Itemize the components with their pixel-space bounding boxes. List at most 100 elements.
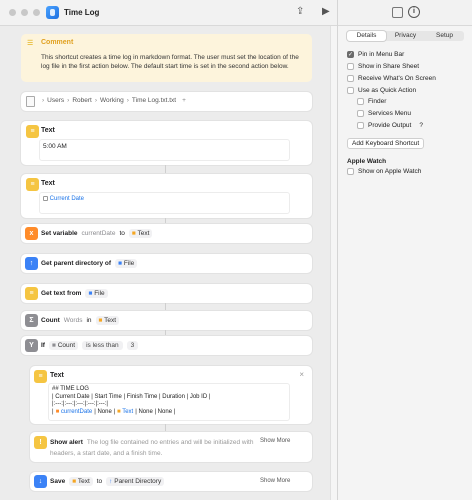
checkbox-checked-icon[interactable]: ✓ — [347, 51, 354, 58]
save-action[interactable]: ↓ Save ■ Text to ↑ Parent Directory Show… — [30, 472, 312, 491]
show-more-button[interactable]: Show More — [260, 438, 290, 444]
count-action[interactable]: Σ Count Words in ■ Text — [21, 311, 312, 330]
checkbox-icon[interactable] — [347, 168, 354, 175]
help-icon[interactable]: ? — [419, 122, 423, 129]
variable-name[interactable]: currentDate — [82, 230, 116, 237]
text-action-icon: ≡ — [25, 287, 38, 300]
close-icon[interactable]: × — [299, 370, 304, 379]
text-variable-token[interactable]: ■ Text — [95, 316, 120, 325]
editor-scrollbar[interactable] — [330, 26, 337, 500]
text-field[interactable]: Current Date — [39, 192, 290, 214]
text-action-icon: ≡ — [26, 178, 39, 191]
folder-up-icon: ↑ — [25, 257, 38, 270]
path-segment[interactable]: Users — [47, 97, 64, 104]
show-more-button[interactable]: Show More — [260, 478, 290, 484]
set-variable-action[interactable]: x Set variable currentDate to ■ Text — [21, 224, 312, 243]
path-segment[interactable]: Working — [100, 97, 124, 104]
connector-word: in — [86, 317, 92, 324]
current-date-variable-token[interactable]: ■ currentDate — [56, 409, 93, 417]
file-variable-token[interactable]: ■ File — [115, 259, 138, 268]
option-pin-menu-bar[interactable]: ✓ Pin in Menu Bar — [347, 51, 404, 58]
option-provide-output[interactable]: Provide Output ? — [357, 122, 423, 129]
checkbox-icon[interactable] — [357, 110, 364, 117]
library-icon[interactable] — [392, 7, 403, 18]
flow-connector — [165, 165, 166, 174]
sigma-icon: Σ — [25, 314, 38, 327]
checkbox-icon[interactable] — [347, 75, 354, 82]
text-action-current-date[interactable]: ≡ Text Current Date — [21, 174, 312, 218]
option-services-menu[interactable]: Services Menu — [357, 110, 411, 117]
text-variable-token[interactable]: ■ Text — [69, 477, 93, 486]
option-receive-screen[interactable]: Receive What's On Screen — [347, 75, 436, 82]
file-icon — [26, 96, 35, 107]
file-variable-token[interactable]: ■ File — [85, 289, 108, 298]
option-apple-watch[interactable]: Show on Apple Watch — [347, 168, 421, 175]
text-action-icon: ≡ — [26, 125, 39, 138]
path-separator: › — [67, 97, 70, 104]
action-title: Text — [50, 372, 64, 379]
token-label: Text — [104, 317, 117, 324]
text-field[interactable]: 5:00 AM — [39, 139, 290, 161]
token-label: Count — [57, 342, 76, 349]
checkbox-icon[interactable] — [347, 87, 354, 94]
option-label: Services Menu — [368, 110, 411, 117]
window-title: Time Log — [64, 8, 100, 17]
info-icon[interactable]: i — [408, 6, 420, 18]
connector-word: to — [96, 478, 103, 485]
tab-details[interactable]: Details — [347, 31, 386, 41]
parent-directory-token[interactable]: ↑ Parent Directory — [106, 477, 165, 486]
comment-label: Comment — [41, 39, 74, 46]
share-icon[interactable]: ⇪ — [296, 6, 304, 17]
checkbox-icon[interactable] — [357, 98, 364, 105]
text-action-start-time[interactable]: ≡ Text 5:00 AM — [21, 121, 312, 165]
sidebar-toolbar: i — [338, 0, 472, 26]
close-window-button[interactable] — [9, 9, 16, 16]
comment-text[interactable]: This shortcut creates a time log in mark… — [41, 53, 309, 71]
shortcut-app-icon[interactable] — [46, 6, 59, 19]
text-fragment: | None | — [94, 408, 116, 415]
zoom-window-button[interactable] — [33, 9, 40, 16]
add-path-icon[interactable]: + — [182, 97, 186, 104]
action-title: Get text from — [41, 290, 82, 297]
option-finder[interactable]: Finder — [357, 98, 386, 105]
save-file-icon: ↓ — [34, 475, 47, 488]
if-action[interactable]: Y If ■ Count is less than 3 — [21, 336, 312, 355]
token-label: Parent Directory — [114, 478, 162, 485]
checkbox-icon[interactable] — [347, 63, 354, 70]
text-field[interactable]: ## TIME LOG | Current Date | Start Time … — [48, 383, 290, 421]
checkbox-icon[interactable] — [357, 122, 364, 129]
count-variable-token[interactable]: ■ Count — [48, 341, 79, 350]
file-token-icon: ■ — [88, 290, 93, 297]
minimize-window-button[interactable] — [21, 9, 28, 16]
file-path-breadcrumb[interactable]: › Users › Robert › Working › Time Log.tx… — [42, 97, 186, 104]
text-variable-token[interactable]: ■ Text — [128, 229, 153, 238]
text-line: ## TIME LOG — [52, 386, 89, 392]
get-text-from-action[interactable]: ≡ Get text from ■ File — [21, 284, 312, 303]
connector-word: to — [119, 230, 125, 237]
option-quick-action[interactable]: Use as Quick Action — [347, 87, 416, 94]
file-action[interactable]: › Users › Robert › Working › Time Log.tx… — [21, 92, 312, 111]
text-action-header-template[interactable]: ≡ Text × ## TIME LOG | Current Date | St… — [30, 366, 312, 424]
condition-operator[interactable]: is less than — [82, 341, 123, 350]
option-share-sheet[interactable]: Show in Share Sheet — [347, 63, 419, 70]
current-date-token[interactable]: Current Date — [43, 196, 84, 202]
comment-action[interactable]: ☰ Comment This shortcut creates a time l… — [21, 34, 312, 82]
flow-connector — [165, 303, 166, 311]
get-parent-directory-action[interactable]: ↑ Get parent directory of ■ File — [21, 254, 312, 273]
show-alert-action[interactable]: ! Show alert The log file contained no en… — [30, 432, 312, 462]
token-label: currentDate — [60, 408, 93, 415]
text-token-icon: ■ — [72, 478, 77, 485]
add-keyboard-shortcut-button[interactable]: Add Keyboard Shortcut — [347, 138, 425, 149]
token-label: File — [94, 290, 105, 297]
condition-value[interactable]: 3 — [126, 341, 139, 350]
count-unit-select[interactable]: Words — [64, 317, 83, 324]
tab-setup[interactable]: Setup — [425, 31, 464, 41]
folder-token-icon: ↑ — [109, 478, 113, 485]
text-variable-token[interactable]: ■ Text — [117, 409, 133, 417]
text-action-icon: ≡ — [34, 370, 47, 383]
path-segment[interactable]: Robert — [72, 97, 92, 104]
path-segment[interactable]: Time Log.txt.txt — [132, 97, 176, 104]
apple-watch-header: Apple Watch — [347, 158, 387, 165]
tab-privacy[interactable]: Privacy — [386, 31, 425, 41]
run-icon[interactable]: ▶ — [322, 6, 330, 17]
